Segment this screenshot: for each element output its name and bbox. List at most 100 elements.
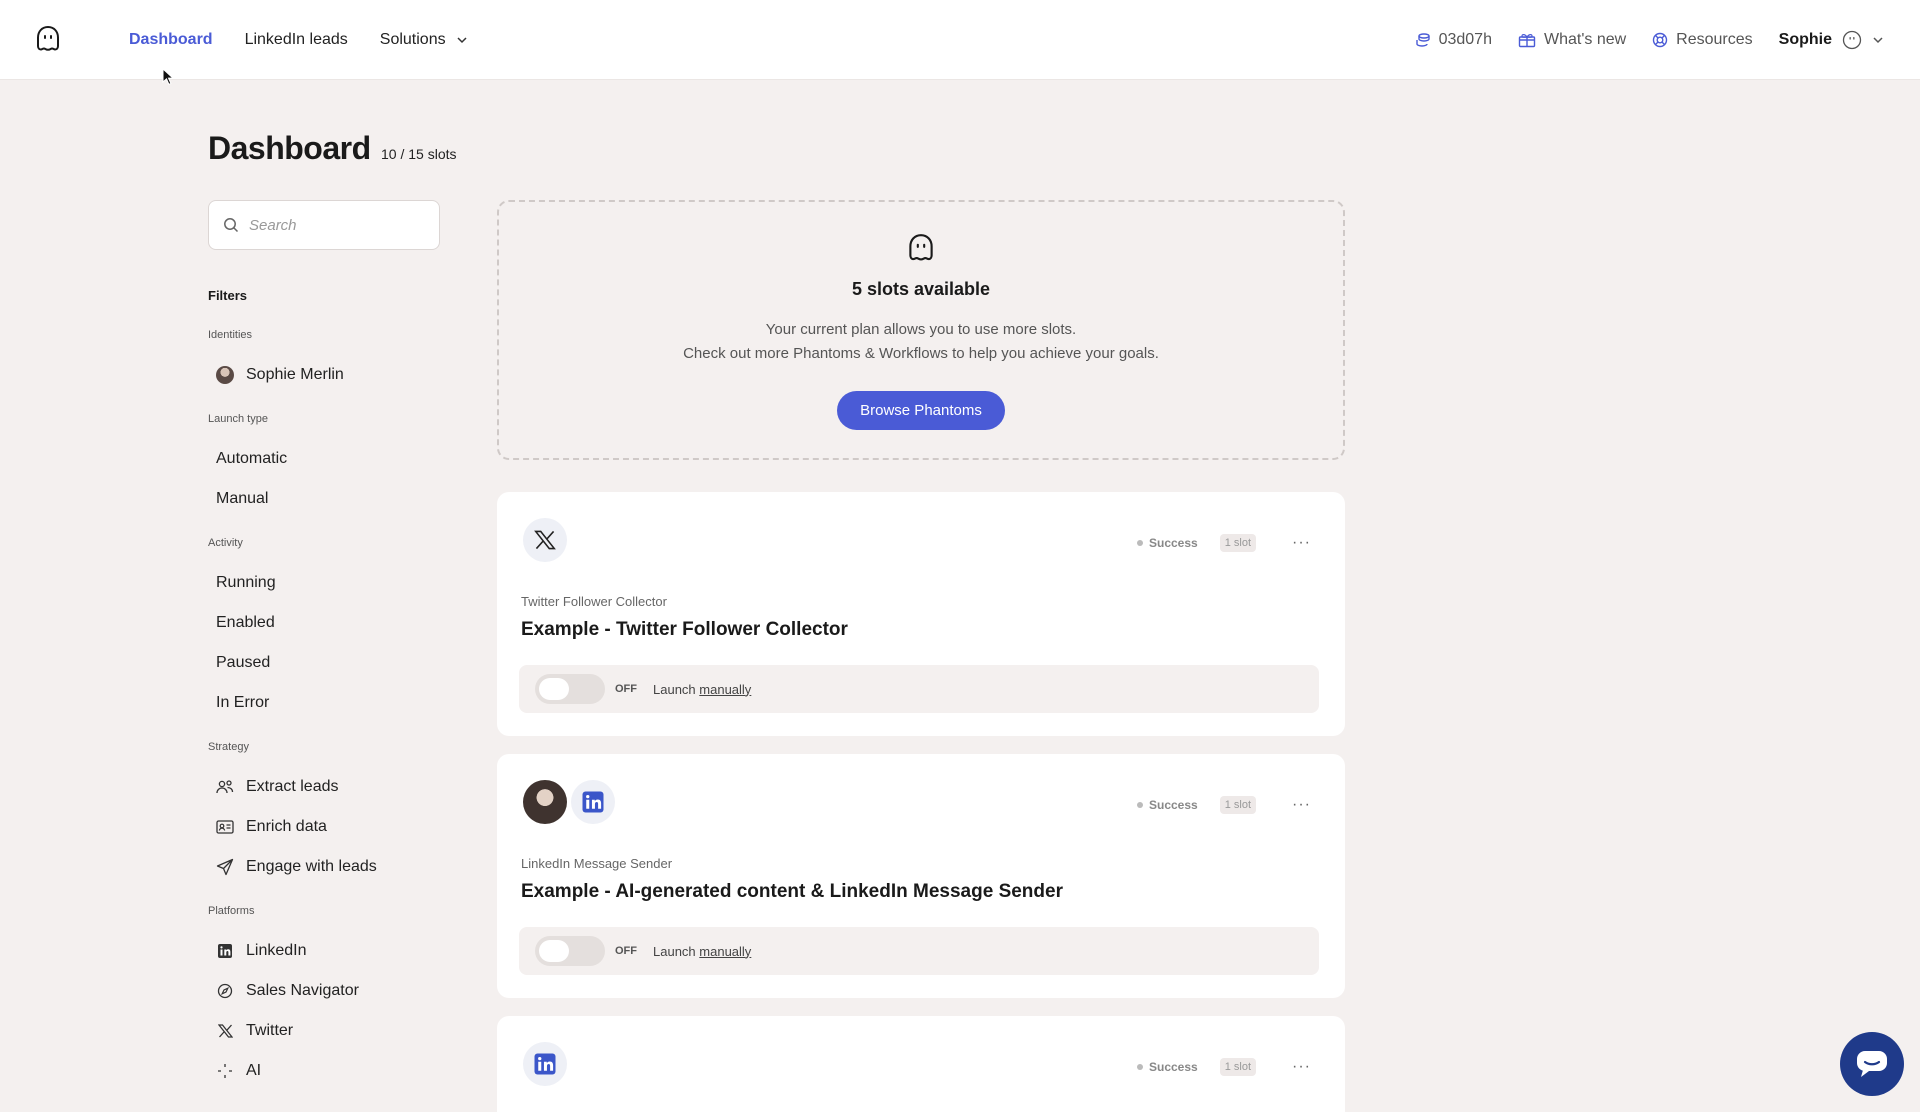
nav-solutions[interactable]: Solutions	[380, 31, 468, 49]
launch-toggle[interactable]	[535, 674, 605, 704]
filter-sales-navigator[interactable]: Sales Navigator	[208, 971, 448, 1011]
search-box[interactable]	[208, 200, 440, 250]
chevron-down-icon	[1873, 37, 1883, 44]
launch-prefix: Launch	[653, 943, 696, 959]
compass-icon	[216, 982, 234, 1000]
launch-settings: OFF Launch manually	[519, 665, 1319, 713]
avatar	[216, 366, 234, 384]
mouse-cursor-icon	[162, 68, 174, 85]
more-options-icon[interactable]: ···	[1292, 534, 1311, 552]
x-twitter-icon	[523, 518, 567, 562]
status-badge: Success	[1137, 536, 1198, 550]
toggle-state: OFF	[615, 683, 637, 695]
activity-group: Activity Running Enabled Paused In Error	[208, 537, 448, 723]
linkedin-icon	[523, 1042, 567, 1086]
platforms-label: Platforms	[208, 905, 255, 917]
filter-in-error[interactable]: In Error	[208, 683, 448, 723]
filters-title: Filters	[208, 288, 248, 303]
filter-paused[interactable]: Paused	[208, 643, 448, 683]
filter-engage-with-leads-label: Engage with leads	[246, 858, 377, 875]
activity-label: Activity	[208, 537, 243, 549]
nav-dashboard[interactable]: Dashboard	[129, 31, 213, 49]
card-status-bar: Success 1 slot ···	[1137, 1058, 1311, 1076]
filter-running[interactable]: Running	[208, 563, 448, 603]
status-badge: Success	[1137, 1060, 1198, 1074]
card-icons	[523, 780, 615, 824]
filter-enrich-data[interactable]: Enrich data	[208, 807, 448, 847]
filter-linkedin[interactable]: LinkedIn	[208, 931, 448, 971]
time-remaining[interactable]: 03d07h	[1415, 31, 1492, 49]
status-badge: Success	[1137, 798, 1198, 812]
user-menu[interactable]: Sophie	[1779, 30, 1884, 50]
gift-icon	[1518, 34, 1536, 48]
launch-mode: Launch manually	[653, 682, 751, 697]
main-nav: Dashboard LinkedIn leads Solutions	[129, 0, 468, 80]
send-icon	[216, 858, 234, 876]
identity-sophie-merlin[interactable]: Sophie Merlin	[208, 355, 448, 395]
phantombuster-logo-icon[interactable]	[32, 24, 64, 56]
identity-photo	[523, 780, 567, 824]
whats-new-link[interactable]: What's new	[1518, 31, 1626, 49]
resources-label: Resources	[1676, 31, 1753, 48]
whats-new-label: What's new	[1543, 31, 1627, 48]
status-label: Success	[1149, 536, 1198, 550]
nav-solutions-label: Solutions	[379, 31, 446, 48]
slot-badge: 1 slot	[1219, 534, 1256, 552]
phantom-card-linkedin-message-sender[interactable]: Success 1 slot ··· LinkedIn Message Send…	[497, 754, 1345, 998]
more-options-icon[interactable]: ···	[1292, 1058, 1311, 1076]
strategy-label: Strategy	[208, 741, 249, 753]
user-name: Sophie	[1778, 31, 1832, 48]
filter-ai[interactable]: AI	[208, 1051, 448, 1091]
platforms-group: Platforms LinkedIn Sales Navigator Twitt…	[208, 905, 448, 1091]
filter-twitter[interactable]: Twitter	[208, 1011, 448, 1051]
x-twitter-icon	[216, 1022, 234, 1040]
identities-label: Identities	[208, 329, 253, 341]
chat-support-button[interactable]	[1840, 1032, 1904, 1096]
launch-toggle[interactable]	[535, 936, 605, 966]
linkedin-icon	[571, 780, 615, 824]
search-input[interactable]	[249, 216, 419, 234]
slot-badge: 1 slot	[1219, 796, 1256, 814]
filter-extract-leads[interactable]: Extract leads	[208, 767, 448, 807]
identities-group: Identities Sophie Merlin	[208, 329, 448, 395]
filter-linkedin-label: LinkedIn	[246, 942, 307, 959]
time-remaining-label: 03d07h	[1438, 31, 1492, 48]
launch-manually-link[interactable]: manually	[699, 944, 751, 959]
chat-bubble-icon	[1857, 1051, 1887, 1077]
phantom-card-twitter-follower-collector[interactable]: Success 1 slot ··· Twitter Follower Coll…	[497, 492, 1345, 736]
launch-type-group: Launch type Automatic Manual	[208, 413, 448, 519]
filter-twitter-label: Twitter	[246, 1022, 294, 1039]
filter-engage-with-leads[interactable]: Engage with leads	[208, 847, 448, 887]
users-icon	[216, 778, 234, 796]
lifebuoy-icon	[1652, 32, 1668, 48]
strategy-group: Strategy Extract leads Enrich data Engag…	[208, 741, 448, 887]
user-ghost-avatar-icon	[1842, 30, 1862, 50]
nav-linkedin-leads[interactable]: LinkedIn leads	[245, 31, 348, 49]
linkedin-icon	[216, 942, 234, 960]
status-label: Success	[1149, 1060, 1198, 1074]
more-options-icon[interactable]: ···	[1292, 796, 1311, 814]
phantom-name[interactable]: Example - AI-generated content & LinkedI…	[521, 881, 1063, 903]
card-icons	[523, 518, 567, 562]
filter-automatic[interactable]: Automatic	[208, 439, 448, 479]
filter-manual[interactable]: Manual	[208, 479, 448, 519]
slots-description-line1: Your current plan allows you to use more…	[765, 321, 1077, 338]
filters-sidebar: Filters Identities Sophie Merlin Launch …	[208, 270, 448, 1109]
identity-name: Sophie Merlin	[246, 366, 344, 383]
status-label: Success	[1149, 798, 1198, 812]
sparkle-icon	[216, 1062, 234, 1080]
coins-icon	[1415, 33, 1430, 47]
toggle-state: OFF	[615, 945, 637, 957]
launch-mode: Launch manually	[653, 944, 751, 959]
slots-usage: 10 / 15 slots	[381, 146, 457, 162]
resources-link[interactable]: Resources	[1652, 31, 1753, 49]
launch-manually-link[interactable]: manually	[699, 682, 751, 697]
filter-enabled[interactable]: Enabled	[208, 603, 448, 643]
search-icon	[224, 218, 239, 233]
chevron-down-icon	[457, 37, 467, 44]
phantom-card-linkedin[interactable]: Success 1 slot ···	[497, 1016, 1345, 1112]
phantom-name[interactable]: Example - Twitter Follower Collector	[521, 619, 848, 641]
launch-type-label: Launch type	[208, 413, 268, 425]
slots-available-card: 5 slots available Your current plan allo…	[497, 200, 1345, 460]
browse-phantoms-button[interactable]: Browse Phantoms	[837, 391, 1005, 430]
